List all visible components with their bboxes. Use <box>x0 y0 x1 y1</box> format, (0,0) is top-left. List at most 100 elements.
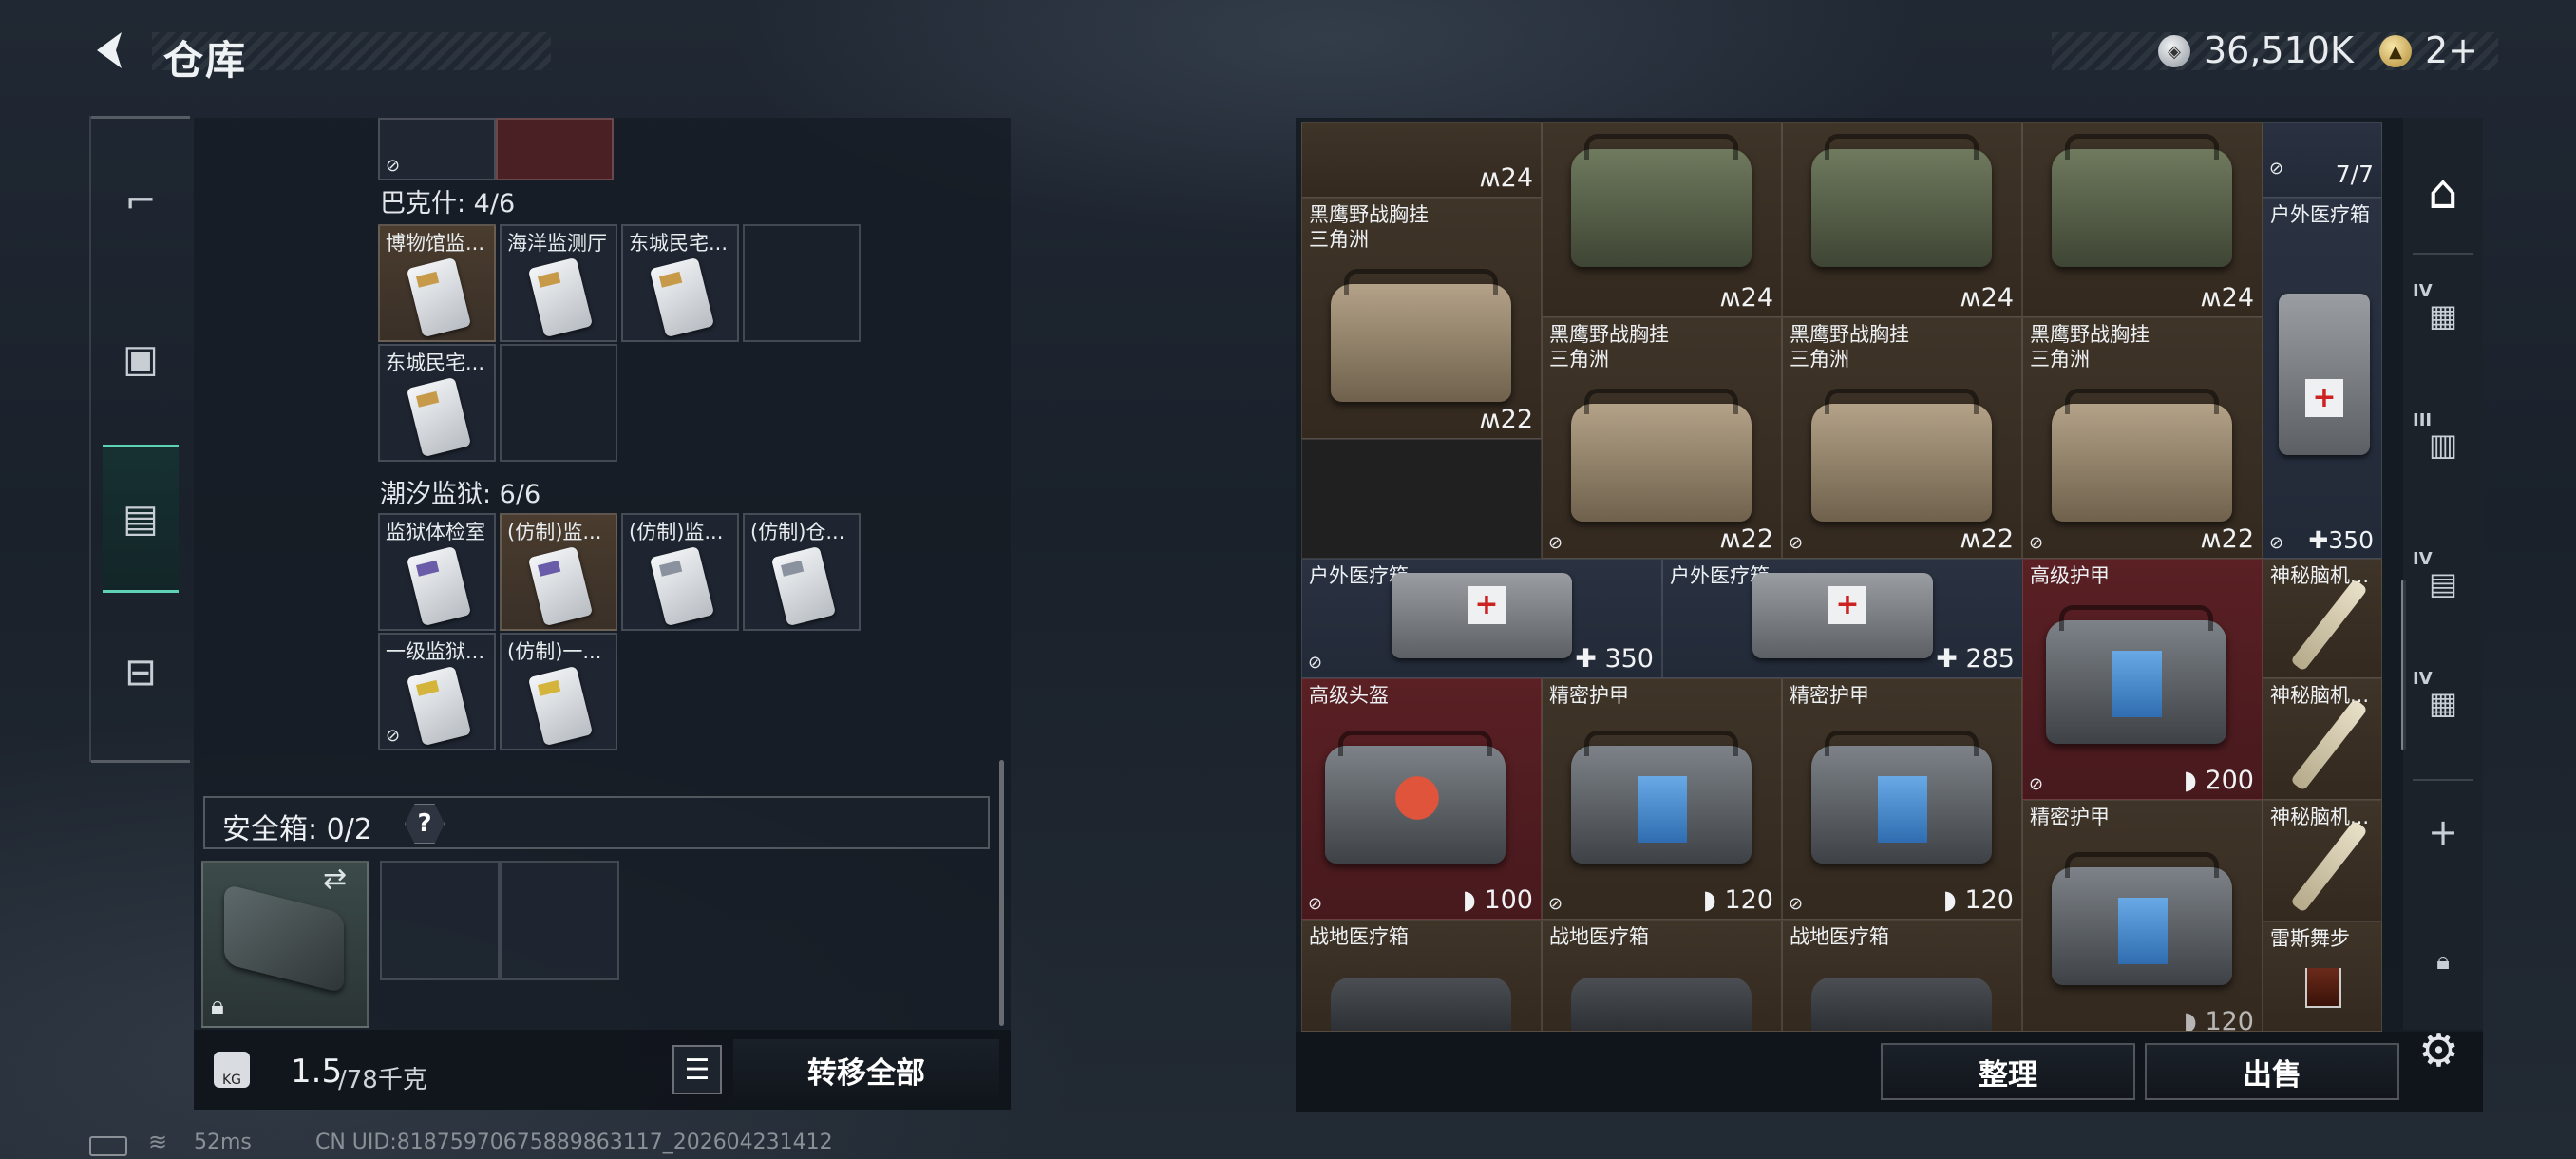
armor-icon <box>2052 852 2232 985</box>
durability-value: 100 <box>1484 885 1533 915</box>
stash-all-tab[interactable]: ⌂ <box>2407 144 2479 239</box>
item-label: (仿制)监... <box>507 521 602 543</box>
capacity-value: 22 <box>1980 524 2014 554</box>
injector-icon <box>2290 579 2368 672</box>
item-label: 东城民宅... <box>386 352 485 374</box>
key-card-slot[interactable]: (仿制)一... <box>500 633 617 750</box>
armor-plate-icon <box>2112 651 2162 717</box>
left-tab-rail: ⌐ ▣ ▤ ⊟ <box>89 116 190 763</box>
stash-item[interactable]: ʍ24 <box>1542 122 1782 317</box>
gold-amount[interactable]: 2+ <box>2425 29 2478 71</box>
no-insure-icon: ⊘ <box>1308 653 1323 673</box>
rail-divider <box>91 116 190 119</box>
stash-item-rig[interactable]: 黑鹰野战胸挂 三角洲 ʍ22 <box>1301 198 1542 439</box>
stash-item-field-medkit[interactable]: 战地医疗箱 <box>1782 920 2022 1032</box>
stash-item[interactable]: ʍ24 <box>1301 122 1542 198</box>
item-label: 黑鹰野战胸挂 三角洲 <box>1549 323 1669 370</box>
stash-tier4-tab[interactable]: IV ▦ <box>2407 268 2479 363</box>
injector-icon <box>2290 698 2368 791</box>
stash-item-rig[interactable]: 黑鹰野战胸挂 三角洲 ⊘ ʍ22 <box>2022 317 2263 559</box>
item-label: 黑鹰野战胸挂 三角洲 <box>1309 203 1429 251</box>
safebox-label: 安全箱: 0/2 <box>222 813 372 846</box>
battery-icon <box>89 1136 127 1156</box>
key-card-slot[interactable]: 博物馆监... <box>378 224 496 342</box>
stash-item-drink[interactable]: 雷斯舞步 <box>2263 922 2382 1032</box>
key-card-slot[interactable]: 东城民宅... <box>621 224 739 342</box>
safebox-empty-slot[interactable] <box>380 861 500 980</box>
vault-icon: ⌂ <box>2428 164 2458 219</box>
stash-item-armor[interactable]: 精密护甲 ◗ 120 <box>2022 800 2263 1032</box>
stash-item-rig[interactable]: 黑鹰野战胸挂 三角洲 ⊘ ʍ22 <box>1782 317 2022 559</box>
item-label: (仿制)监... <box>629 521 724 543</box>
no-insure-icon: ⊘ <box>2269 159 2284 179</box>
empty-slot[interactable] <box>743 224 861 342</box>
armor-tab[interactable]: ▣ <box>103 302 179 416</box>
stash-item-armor[interactable]: 精密护甲 ⊘ ◗ 120 <box>1542 678 1782 920</box>
stash-item-rig[interactable]: 黑鹰野战胸挂 三角洲 ⊘ ʍ22 <box>1542 317 1782 559</box>
empty-slot[interactable] <box>500 344 617 462</box>
field-medkit-icon <box>1811 978 1992 1031</box>
key-card-slot[interactable]: (仿制)监... <box>500 513 617 631</box>
backpack-slot[interactable] <box>496 118 614 180</box>
durability-value: 120 <box>1964 885 2014 915</box>
stash-item-helmet[interactable]: 高级头盔 ⊘ ◗ 100 <box>1301 678 1542 920</box>
backpack-slot[interactable]: ⊘ <box>378 118 496 180</box>
key-card-slot[interactable]: 东城民宅... <box>378 344 496 462</box>
weight-box: KG <box>194 1032 270 1108</box>
medkit-icon <box>1392 573 1572 658</box>
sort-button[interactable]: 整理 <box>1881 1043 2135 1100</box>
tab-divider <box>2413 779 2473 781</box>
emblem-icon <box>1384 765 1450 831</box>
stash-item-brain[interactable]: 神秘脑机... <box>2263 678 2382 800</box>
item-label: 战地医疗箱 <box>1549 925 1649 948</box>
backpack-tab[interactable]: ▤ <box>103 445 179 593</box>
empty-stash-slot[interactable] <box>1301 439 1542 559</box>
stash-item-medkit[interactable]: 户外医疗箱✚ 285 <box>1662 559 2023 678</box>
transfer-all-button[interactable]: 转移全部 <box>733 1039 999 1100</box>
safebox-empty-slot[interactable] <box>500 861 619 980</box>
stash-rack-icon: ▥ <box>2428 427 2458 463</box>
toolbox-tab[interactable]: ⊟ <box>103 616 179 730</box>
key-card-slot[interactable]: (仿制)仓... <box>743 513 861 631</box>
locked-stash-tab[interactable]: 🔒︎ <box>2407 914 2479 1009</box>
sell-button[interactable]: 出售 <box>2145 1043 2399 1100</box>
stash-item[interactable]: ⊘ 7/7 <box>2263 122 2382 198</box>
stash-tier3-tab[interactable]: III ▥ <box>2407 397 2479 492</box>
stash-item[interactable]: ʍ24 <box>1782 122 2022 317</box>
durability-tag: ◗ 120 <box>2184 1007 2254 1032</box>
stash-item-medkit[interactable]: 户外医疗箱 ⊘ ✚350 <box>2263 198 2382 559</box>
key-card-slot[interactable]: 一级监狱... ⊘ <box>378 633 496 750</box>
stash-item-field-medkit[interactable]: 战地医疗箱 <box>1542 920 1782 1032</box>
chest-rig-icon <box>1571 389 1752 522</box>
key-card-slot[interactable]: (仿制)监... <box>621 513 739 631</box>
backpack-scrollbar[interactable] <box>999 760 1004 1026</box>
stash-item-field-medkit[interactable]: 战地医疗箱 <box>1301 920 1542 1032</box>
field-medkit-icon <box>1571 978 1752 1031</box>
swap-icon[interactable]: ⇄ <box>323 863 347 896</box>
stack-count: 7/7 <box>2335 161 2374 188</box>
key-card-slot[interactable]: 监狱体检室 <box>378 513 496 631</box>
add-stash-tab[interactable]: + <box>2407 785 2479 880</box>
list-view-button[interactable]: ☰ <box>672 1045 722 1094</box>
no-insure-icon: ⊘ <box>1789 533 1804 553</box>
capacity-tag: ʍ24 <box>1479 163 1533 193</box>
silver-amount[interactable]: 36,510K <box>2204 29 2354 71</box>
settings-gear-icon[interactable]: ⚙ <box>2418 1024 2459 1077</box>
stash-tier4b-tab[interactable]: IV ▤ <box>2407 536 2479 631</box>
stash-item-medkit[interactable]: 户外医疗箱⊘✚ 350 <box>1301 559 1662 678</box>
key-card-slot[interactable]: 海洋监测厅 <box>500 224 617 342</box>
stash-item[interactable]: ʍ24 <box>2022 122 2263 317</box>
stash-item-armor[interactable]: 精密护甲 ⊘ ◗ 120 <box>1782 678 2022 920</box>
capacity-value: 24 <box>2221 283 2254 313</box>
stash-tier4c-tab[interactable]: IV ▦ <box>2407 656 2479 750</box>
stash-item-brain[interactable]: 神秘脑机... <box>2263 800 2382 922</box>
chest-rig-icon <box>1331 269 1511 402</box>
item-label: 一级监狱... <box>386 640 485 663</box>
capacity-value: 24 <box>1980 283 2014 313</box>
stash-item-armor[interactable]: 高级护甲 ⊘ ◗ 200 <box>2022 559 2263 800</box>
firearms-tab[interactable]: ⌐ <box>103 144 179 258</box>
durability-value: 120 <box>2205 1007 2254 1032</box>
item-label: 东城民宅... <box>629 232 729 255</box>
stash-item-brain[interactable]: 神秘脑机... <box>2263 559 2382 678</box>
back-arrow-icon[interactable] <box>87 27 135 74</box>
